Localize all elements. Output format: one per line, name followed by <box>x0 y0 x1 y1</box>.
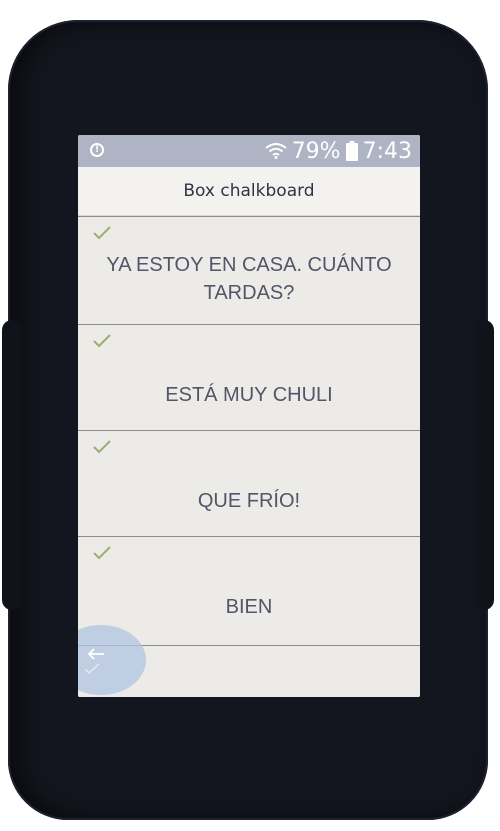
wifi-icon <box>265 143 287 159</box>
message-text: YA ESTOY EN CASA. CUÁNTO TARDAS? <box>106 254 392 304</box>
alert-circle-icon: ! <box>90 143 104 157</box>
list-item[interactable]: ESTÁ MUY CHULI <box>78 324 420 430</box>
check-icon <box>84 663 100 675</box>
battery-icon <box>345 141 358 161</box>
title-bar: Box chalkboard <box>78 167 420 216</box>
check-icon <box>93 440 111 454</box>
message-list: YA ESTOY EN CASA. CUÁNTO TARDAS? ESTÁ MU… <box>78 216 420 642</box>
list-item[interactable]: QUE FRÍO! <box>78 430 420 536</box>
clock: 7:43 <box>362 138 412 164</box>
list-item[interactable]: BIEN <box>78 536 420 642</box>
list-item[interactable]: YA ESTOY EN CASA. CUÁNTO TARDAS? <box>78 216 420 324</box>
status-indicators: 79% 7:43 <box>265 138 412 164</box>
check-icon <box>93 226 111 240</box>
device-frame: ! 79% 7:43 Box chalkboard YA ESTOY EN CA… <box>2 20 494 820</box>
page-title: Box chalkboard <box>183 181 315 201</box>
message-text: BIEN <box>225 596 273 618</box>
message-text: ESTÁ MUY CHULI <box>165 384 333 406</box>
message-text: QUE FRÍO! <box>197 490 301 512</box>
check-icon <box>93 546 111 560</box>
battery-percent: 79% <box>291 138 341 164</box>
status-bar: ! 79% 7:43 <box>78 135 420 167</box>
screen: ! 79% 7:43 Box chalkboard YA ESTOY EN CA… <box>78 135 420 697</box>
back-arrow-icon <box>87 648 104 660</box>
check-icon <box>93 334 111 348</box>
